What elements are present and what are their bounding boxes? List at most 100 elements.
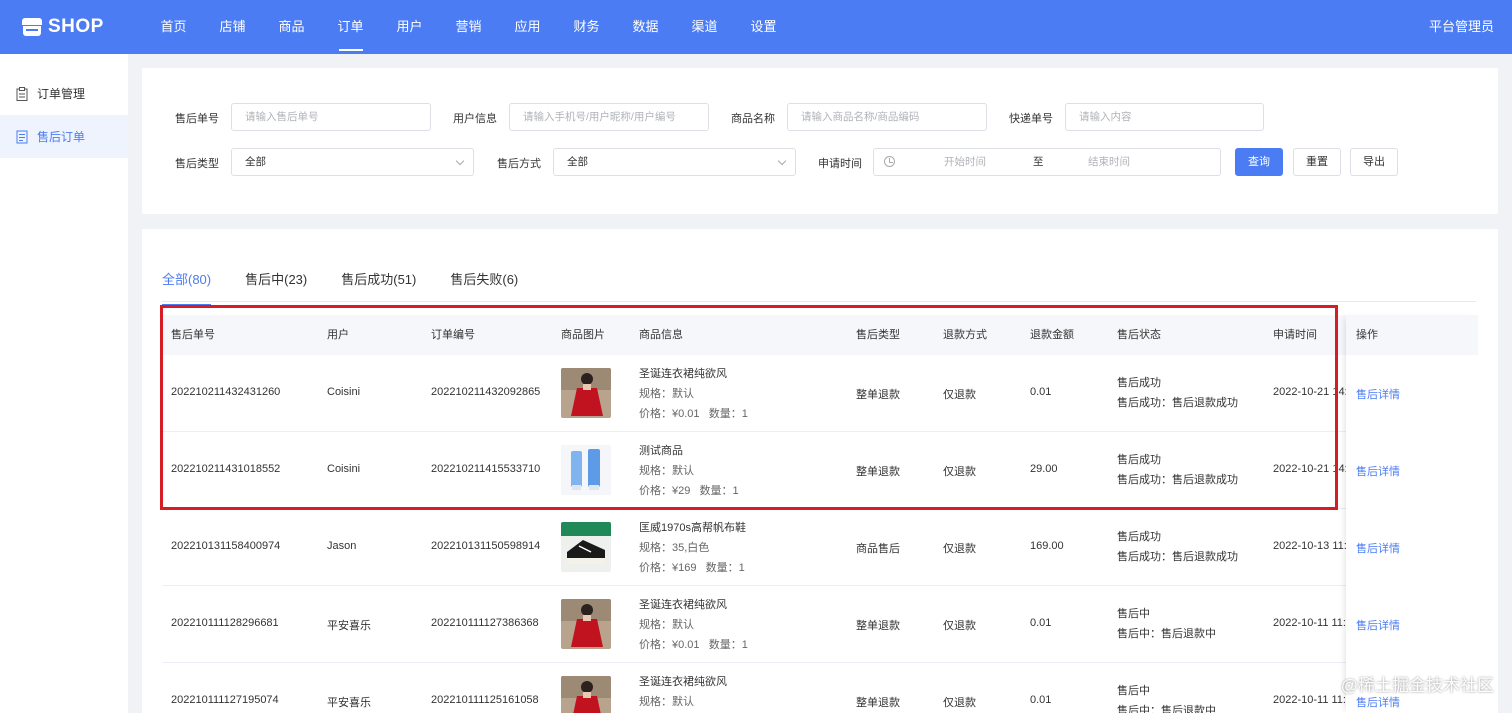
nav-apps[interactable]: 应用: [498, 0, 557, 54]
after-sale-no-input[interactable]: 请输入售后单号: [231, 103, 431, 131]
after-sale-type-value: 全部: [245, 156, 266, 168]
chevron-down-icon: [455, 156, 465, 166]
sidebar: 订单管理 售后订单: [0, 54, 128, 713]
product-price: 价格：¥0.01: [639, 408, 700, 420]
refund-amount: 0.01: [1030, 617, 1052, 629]
product-image: [561, 368, 611, 418]
user-info-input[interactable]: 请输入手机号/用户昵称/用户编号: [509, 103, 709, 131]
status-detail: 售后中：售后退款中: [1117, 705, 1216, 713]
order-no: 202210131150598914: [431, 540, 541, 552]
after-sale-no: 202210211431018552: [171, 463, 281, 475]
status-detail: 售后成功：售后退款成功: [1117, 474, 1238, 486]
after-sale-detail-link[interactable]: 售后详情: [1356, 540, 1400, 556]
table-row: 202210211432431260 Coisini 2022102114320…: [162, 355, 1476, 432]
order-no: 202210111127386368: [431, 617, 539, 629]
refund-amount: 0.01: [1030, 694, 1052, 706]
actions-column: 操作 售后详情 售后详情 售后详情 售后详情 售后详情: [1346, 315, 1478, 713]
after-sale-type-select[interactable]: 全部: [231, 148, 474, 176]
apply-time-range-picker[interactable]: 开始时间 至 结束时间: [873, 148, 1221, 176]
apply-time: 2022-10-13 11:5: [1273, 540, 1353, 552]
nav-finance[interactable]: 财务: [557, 0, 616, 54]
after-sale-detail-link[interactable]: 售后详情: [1356, 694, 1400, 710]
status-text: 售后中: [1117, 608, 1150, 620]
user-name: 平安喜乐: [327, 697, 371, 709]
product-spec: 规格：35,白色: [639, 542, 710, 554]
after-sale-type: 整单退款: [856, 697, 900, 709]
product-price: 价格：¥29: [639, 485, 691, 497]
sidebar-item-order-management[interactable]: 订单管理: [0, 72, 128, 115]
product-info: 圣诞连衣裙纯欲风 规格：默认 价格：¥0.01 数量：1: [639, 595, 748, 655]
after-sale-type: 商品售后: [856, 543, 900, 555]
watermark: @稀土掘金技术社区: [1340, 676, 1494, 695]
after-sale-no: 202210211432431260: [171, 386, 281, 398]
product-image: [561, 445, 611, 495]
nav-channels[interactable]: 渠道: [675, 0, 734, 54]
after-sale-detail-link[interactable]: 售后详情: [1356, 617, 1400, 633]
status-detail: 售后成功：售后退款成功: [1117, 551, 1238, 563]
after-sale-method-label: 售后方式: [497, 158, 541, 170]
product-info: 匡威1970s高帮帆布鞋 规格：35,白色 价格：¥169 数量：1: [639, 518, 746, 578]
refund-amount: 0.01: [1030, 386, 1052, 398]
after-sale-type: 整单退款: [856, 620, 900, 632]
order-table-panel: 全部(80) 售后中(23) 售后成功(51) 售后失败(6) 售后单号 用户 …: [142, 229, 1498, 713]
main-nav: 首页 店铺 商品 订单 用户 营销 应用 财务 数据 渠道 设置: [144, 0, 793, 54]
nav-products[interactable]: 商品: [262, 0, 321, 54]
export-button[interactable]: 导出: [1350, 148, 1398, 176]
sidebar-item-after-sale-orders[interactable]: 售后订单: [0, 115, 128, 158]
product-name-input[interactable]: 请输入商品名称/商品编码: [787, 103, 987, 131]
user-name: Jason: [327, 540, 357, 552]
after-sale-no-label: 售后单号: [175, 113, 219, 125]
user-name: Coisini: [327, 463, 361, 475]
table-header: 售后单号 用户 订单编号 商品图片 商品信息 售后类型 退款方式 退款金额 售后…: [162, 315, 1476, 355]
after-sale-detail-link[interactable]: 售后详情: [1356, 386, 1400, 402]
status-detail: 售后中：售后退款中: [1117, 628, 1216, 640]
apply-time: 2022-10-11 11:2: [1273, 617, 1353, 629]
end-time-input[interactable]: 结束时间: [1088, 149, 1130, 175]
reset-button[interactable]: 重置: [1293, 148, 1341, 176]
nav-store[interactable]: 店铺: [203, 0, 262, 54]
nav-home[interactable]: 首页: [144, 0, 203, 54]
after-sale-type: 整单退款: [856, 389, 900, 401]
col-refund-method: 退款方式: [943, 329, 987, 341]
product-qty: 数量：1: [699, 485, 739, 497]
after-sale-detail-link[interactable]: 售后详情: [1356, 463, 1400, 479]
table-row: 202210211431018552 Coisini 2022102114155…: [162, 432, 1476, 509]
after-sale-status: 售后成功 售后成功：售后退款成功: [1117, 527, 1238, 567]
product-image: [561, 599, 611, 649]
nav-settings[interactable]: 设置: [734, 0, 793, 54]
product-qty: 数量：1: [708, 639, 748, 651]
sidebar-item-label: 售后订单: [37, 130, 86, 144]
nav-data[interactable]: 数据: [616, 0, 675, 54]
after-sale-no: 202210111128296681: [171, 617, 279, 629]
nav-orders[interactable]: 订单: [321, 0, 380, 54]
product-spec: 规格：默认: [639, 619, 694, 631]
sidebar-item-label: 订单管理: [37, 87, 86, 101]
start-time-input[interactable]: 开始时间: [944, 149, 986, 175]
refund-amount: 169.00: [1030, 540, 1064, 552]
product-name: 圣诞连衣裙纯欲风: [639, 676, 727, 688]
search-button[interactable]: 查询: [1235, 148, 1283, 176]
product-spec: 规格：默认: [639, 465, 694, 477]
tab-divider: [162, 301, 1476, 302]
after-sale-method-select[interactable]: 全部: [553, 148, 796, 176]
status-text: 售后成功: [1117, 531, 1161, 543]
express-no-input[interactable]: 请输入内容: [1065, 103, 1264, 131]
status-detail: 售后成功：售后退款成功: [1117, 397, 1238, 409]
after-sale-type-label: 售后类型: [175, 158, 219, 170]
product-info: 圣诞连衣裙纯欲风 规格：默认 价格：¥0.01 数量：1: [639, 364, 748, 424]
order-no: 202210111125161058: [431, 694, 539, 706]
col-product-info: 商品信息: [639, 329, 683, 341]
product-name: 圣诞连衣裙纯欲风: [639, 599, 727, 611]
filter-panel: 售后单号 请输入售后单号 用户信息 请输入手机号/用户昵称/用户编号 商品名称 …: [142, 68, 1498, 214]
top-navbar: SHOP 首页 店铺 商品 订单 用户 营销 应用 财务 数据 渠道 设置 平台…: [0, 0, 1512, 54]
after-sale-status: 售后中 售后中：售后退款中: [1117, 604, 1216, 644]
refund-method: 仅退款: [943, 389, 976, 401]
admin-user-menu[interactable]: 平台管理员: [1429, 0, 1494, 54]
product-price: 价格：¥169: [639, 562, 697, 574]
table-row: 202210111128296681 平安喜乐 2022101111273863…: [162, 586, 1476, 663]
product-info: 测试商品 规格：默认 价格：¥29 数量：1: [639, 441, 739, 501]
nav-users[interactable]: 用户: [380, 0, 439, 54]
nav-marketing[interactable]: 营销: [439, 0, 498, 54]
order-no: 202210211415533710: [431, 463, 541, 475]
logo[interactable]: SHOP: [22, 16, 144, 38]
